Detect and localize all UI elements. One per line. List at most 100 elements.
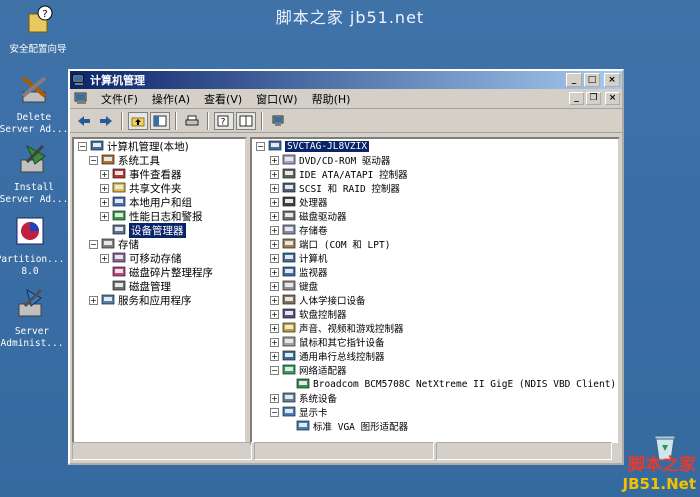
back-button[interactable] (74, 112, 94, 130)
title-bar[interactable]: 计算机管理 _ □ × (70, 71, 622, 89)
tree-item[interactable]: − SVCTAG-JL8VZIX (252, 139, 618, 153)
tree-item[interactable]: + 计算机 (252, 251, 618, 265)
tree-item[interactable]: + 事件查看器 (74, 167, 245, 181)
help-button[interactable]: ? (214, 111, 234, 130)
tree-item[interactable]: + 磁盘驱动器 (252, 209, 618, 223)
expand-toggle[interactable]: + (270, 225, 279, 235)
expand-toggle[interactable]: + (270, 323, 279, 333)
console-tree-pane[interactable]: − 计算机管理(本地) − 系统工具 + 事件查看器 + 共享文件夹 + 本地用户和组 + 性能日志和… (72, 137, 247, 445)
expand-toggle[interactable]: + (270, 351, 279, 361)
desktop-icon-partition-magic[interactable]: Partition... 8.0 (0, 214, 68, 278)
expand-toggle[interactable]: + (100, 197, 109, 207)
tree-item[interactable]: − 存储 (74, 237, 245, 251)
forward-button[interactable] (96, 112, 116, 130)
tree-item[interactable]: − 显示卡 (252, 405, 618, 419)
up-level-button[interactable] (128, 111, 148, 130)
show-hide-tree-button[interactable] (150, 111, 170, 130)
properties-button[interactable] (236, 111, 256, 130)
tree-item[interactable]: − 网络适配器 (252, 363, 618, 377)
desktop-icon-label: Partition... (0, 254, 65, 265)
desktop-icon-install-server-ad[interactable]: Install Server Ad... (0, 142, 72, 206)
desktop-icon-security-wizard[interactable]: ? 安全配置向导 (0, 4, 76, 56)
tree-item[interactable]: + 声音、视频和游戏控制器 (252, 321, 618, 335)
properties-icon (239, 115, 253, 126)
inner-minimize-button[interactable]: _ (569, 92, 584, 105)
desktop-icon-delete-server-ad[interactable]: Delete Server Ad... (0, 72, 72, 136)
tree-item[interactable]: + DVD/CD-ROM 驱动器 (252, 153, 618, 167)
tree-item[interactable]: + 人体学接口设备 (252, 293, 618, 307)
expand-toggle[interactable]: + (270, 393, 279, 403)
expand-toggle[interactable]: + (270, 281, 279, 291)
tree-item[interactable]: 标准 VGA 图形适配器 (252, 419, 618, 433)
collapse-toggle[interactable]: − (89, 155, 98, 165)
desktop-icon-server-admin[interactable]: Server Administ... (0, 286, 70, 350)
menu-file[interactable]: 文件(F) (94, 91, 145, 107)
computer-icon (268, 140, 282, 151)
tree-item[interactable]: + 处理器 (252, 195, 618, 209)
tree-item[interactable]: + 可移动存储 (74, 251, 245, 265)
tree-item[interactable]: + 本地用户和组 (74, 195, 245, 209)
device-tree-pane[interactable]: − SVCTAG-JL8VZIX + DVD/CD-ROM 驱动器 + IDE ATA/A… (250, 137, 620, 445)
tree-item[interactable]: + 监视器 (252, 265, 618, 279)
tree-item[interactable]: + 通用串行总线控制器 (252, 349, 618, 363)
expand-toggle[interactable]: + (89, 295, 98, 305)
expand-toggle[interactable]: + (100, 211, 109, 221)
tree-item[interactable]: + 性能日志和警报 (74, 209, 245, 223)
expand-toggle[interactable]: + (270, 183, 279, 193)
expand-toggle[interactable]: + (100, 253, 109, 263)
expand-toggle[interactable]: + (100, 169, 109, 179)
computer-management-icon (72, 74, 84, 85)
tree-item[interactable]: + 共享文件夹 (74, 181, 245, 195)
tree-item[interactable]: 磁盘碎片整理程序 (74, 265, 245, 279)
tree-item[interactable]: + IDE ATA/ATAPI 控制器 (252, 167, 618, 181)
inner-restore-button[interactable]: ❐ (586, 92, 601, 105)
collapse-toggle[interactable]: − (270, 407, 279, 417)
expand-toggle[interactable]: + (270, 295, 279, 305)
tree-item[interactable]: + 存储卷 (252, 223, 618, 237)
minimize-button[interactable]: _ (566, 73, 582, 87)
close-button[interactable]: × (604, 73, 620, 87)
tree-item[interactable]: + 服务和应用程序 (74, 293, 245, 307)
menu-view[interactable]: 查看(V) (197, 91, 249, 107)
menu-action[interactable]: 操作(A) (145, 91, 197, 107)
print-button[interactable] (182, 112, 202, 130)
device-scan-button[interactable] (268, 112, 288, 130)
expand-toggle[interactable]: + (270, 197, 279, 207)
expand-toggle[interactable]: + (270, 267, 279, 277)
tree-item[interactable]: Broadcom BCM5708C NetXtreme II GigE (NDI… (252, 377, 618, 391)
collapse-toggle[interactable]: − (78, 141, 87, 151)
expand-toggle[interactable]: + (270, 337, 279, 347)
expand-toggle[interactable]: + (270, 211, 279, 221)
keyboard-icon (282, 280, 296, 291)
tree-item-label: 共享文件夹 (129, 182, 182, 195)
maximize-button[interactable]: □ (584, 73, 600, 87)
menu-window[interactable]: 窗口(W) (249, 91, 304, 107)
tree-item[interactable]: + 软盘控制器 (252, 307, 618, 321)
tree-item[interactable]: 磁盘管理 (74, 279, 245, 293)
security-wizard-icon: ? (28, 5, 53, 33)
collapse-toggle[interactable]: − (256, 141, 265, 151)
mmc-doc-icon[interactable] (74, 92, 90, 106)
expand-toggle[interactable]: + (270, 239, 279, 249)
menu-help[interactable]: 帮助(H) (305, 91, 358, 107)
expand-toggle[interactable]: + (270, 169, 279, 179)
monitor-icon (282, 266, 296, 277)
computer-icon (90, 140, 104, 151)
expand-toggle[interactable]: + (100, 183, 109, 193)
expand-toggle[interactable]: + (270, 309, 279, 319)
inner-close-button[interactable]: × (605, 92, 620, 105)
collapse-toggle[interactable]: − (89, 239, 98, 249)
tree-item[interactable]: 设备管理器 (74, 222, 245, 238)
tree-item[interactable]: − 计算机管理(本地) (74, 139, 245, 153)
tree-item[interactable]: + 键盘 (252, 279, 618, 293)
tree-item[interactable]: + SCSI 和 RAID 控制器 (252, 181, 618, 195)
expand-toggle[interactable]: + (270, 253, 279, 263)
tree-item[interactable]: + 系统设备 (252, 391, 618, 405)
tree-item[interactable]: + 端口 (COM 和 LPT) (252, 237, 618, 251)
tree-pane-icon (153, 115, 167, 126)
expand-toggle[interactable]: + (270, 155, 279, 165)
collapse-toggle[interactable]: − (270, 365, 279, 375)
tree-item-label: 磁盘驱动器 (299, 212, 347, 223)
tree-item[interactable]: + 鼠标和其它指针设备 (252, 335, 618, 349)
tree-item[interactable]: − 系统工具 (74, 153, 245, 167)
